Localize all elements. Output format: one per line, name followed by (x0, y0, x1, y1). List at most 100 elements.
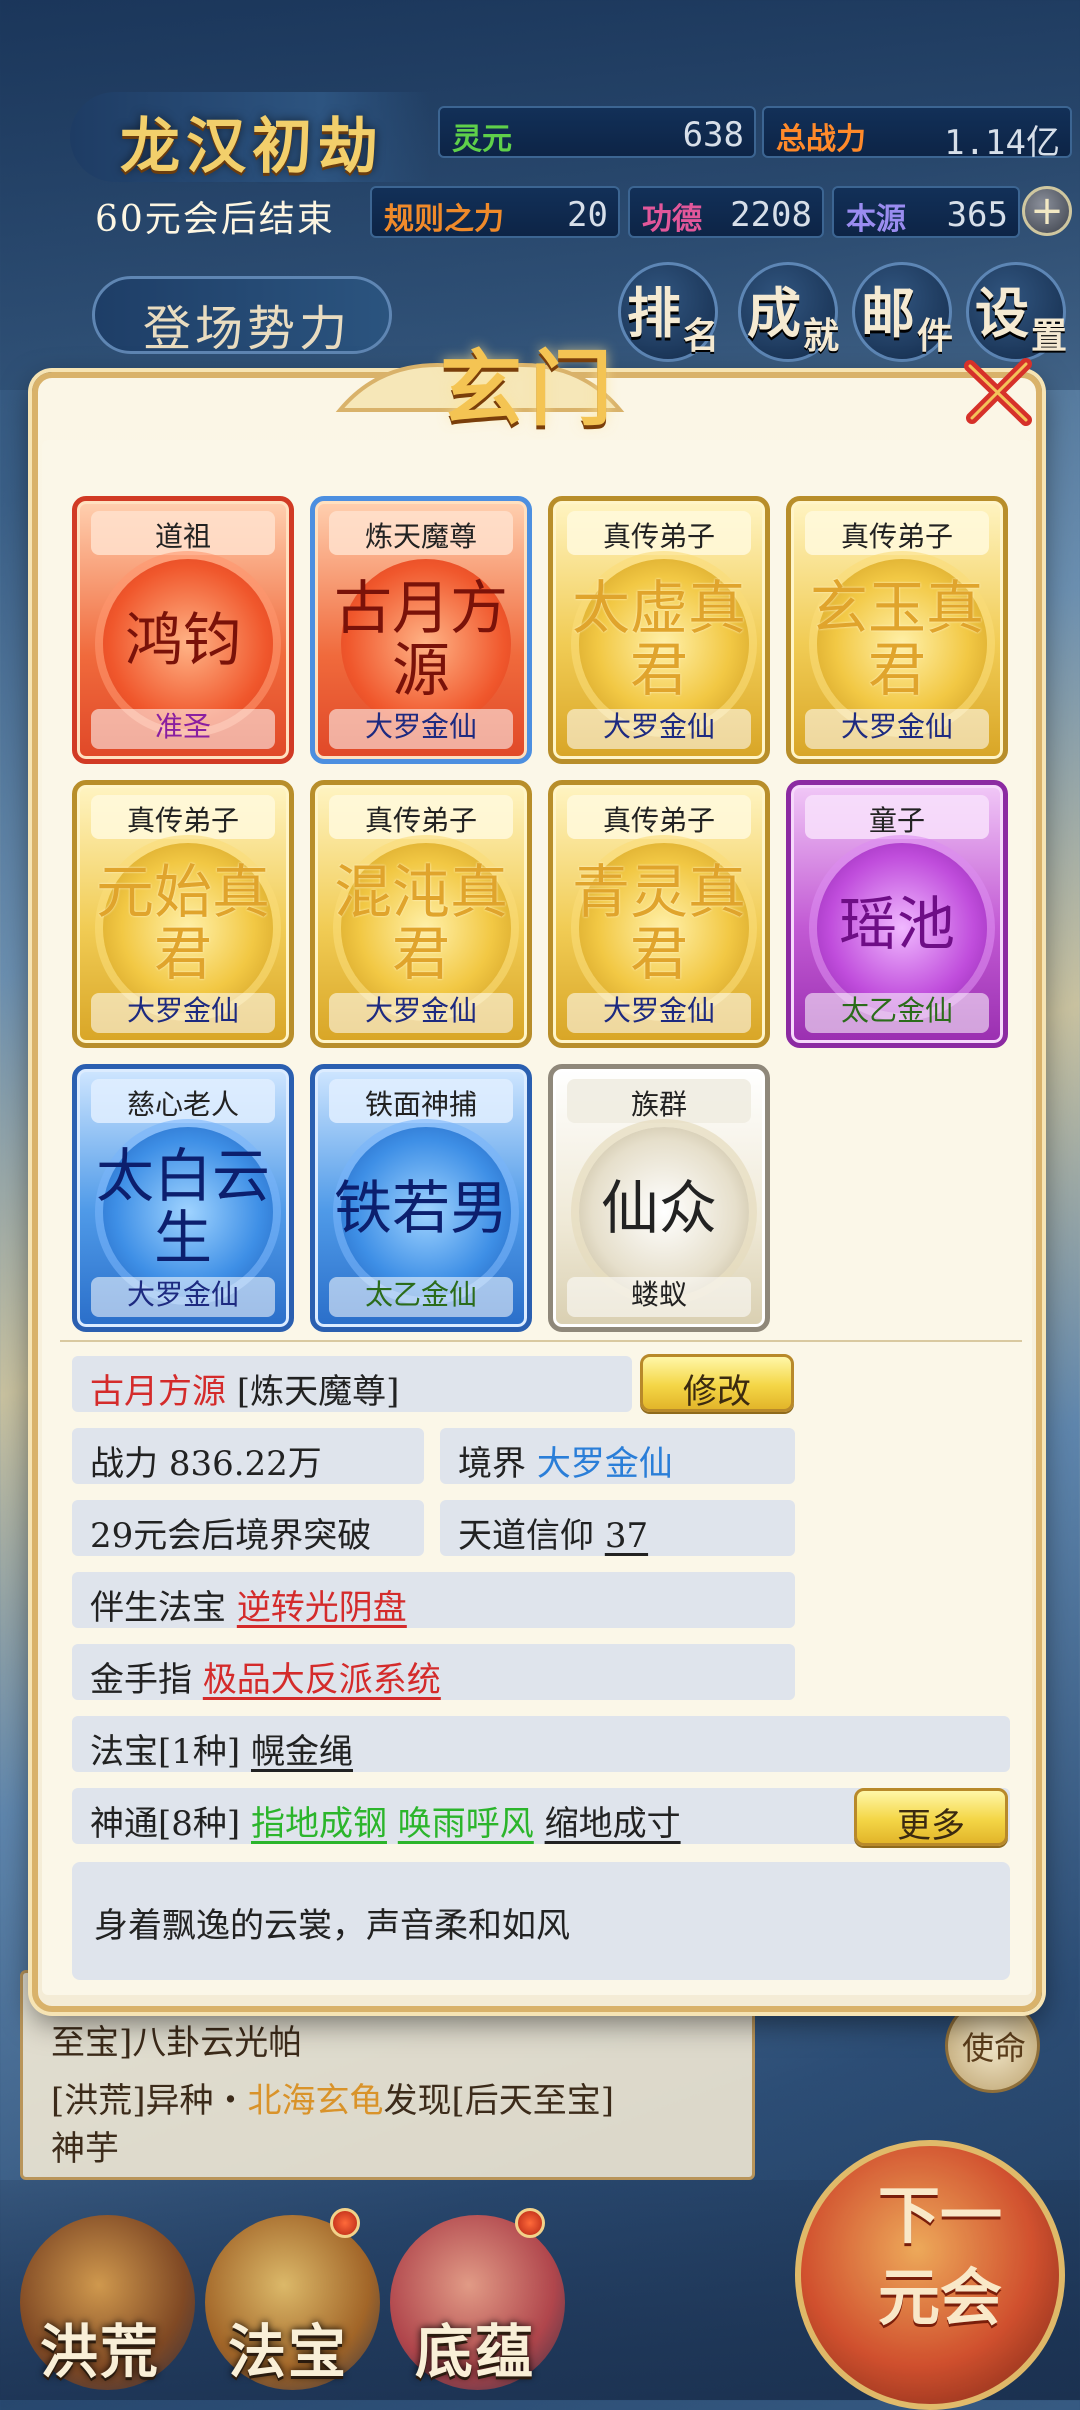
member-card[interactable]: 真传弟子 元始真君 大罗金仙 (72, 780, 294, 1048)
stat-rule-power-label: 规则之力 (384, 202, 504, 237)
card-name: 古月方源 (333, 574, 508, 704)
power-value: 836.22万 (168, 1444, 322, 1484)
log-line-3: 神芋 (51, 2121, 119, 2170)
companion-treasure-text: 伴生法宝 逆转光阴盘 (90, 1580, 407, 1629)
golden-finger-link[interactable]: 极品大反派系统 (203, 1660, 441, 1700)
companion-treasure-row: 伴生法宝 逆转光阴盘 (72, 1572, 795, 1628)
member-card[interactable]: 慈心老人 太白云生 大罗金仙 (72, 1064, 294, 1332)
log-line-2: [洪荒]异种・北海玄龟发现[后天至宝] (51, 2073, 614, 2122)
member-card[interactable]: 真传弟子 太虚真君 大罗金仙 (548, 496, 770, 764)
description-box: 身着飘逸的云裳，声音柔和如风 (72, 1862, 1010, 1980)
golden-finger-row: 金手指 极品大反派系统 (72, 1644, 795, 1700)
faith-label: 天道信仰 (458, 1516, 594, 1556)
card-name: 仙众 (600, 1174, 717, 1242)
golden-finger-label: 金手指 (90, 1660, 192, 1700)
member-card[interactable]: 真传弟子 青灵真君 大罗金仙 (548, 780, 770, 1048)
card-title: 真传弟子 (602, 520, 715, 553)
faith-value[interactable]: 37 (605, 1516, 648, 1556)
stat-total-power-label: 总战力 (776, 122, 866, 157)
card-title: 真传弟子 (126, 804, 239, 837)
close-icon[interactable] (958, 352, 1038, 432)
add-resource-button[interactable]: + (1022, 186, 1072, 236)
power-row: 战力 836.22万 (72, 1428, 424, 1484)
mission-button-label: 使命 (962, 2029, 1027, 2067)
card-name: 玄玉真君 (809, 574, 984, 704)
honghuang-nav-label: 洪荒 (40, 2318, 161, 2386)
power-label: 战力 (90, 1444, 158, 1484)
mail-button[interactable]: 邮 件 (852, 262, 953, 362)
log-line-2-pre: [洪荒]异种・ (51, 2081, 248, 2121)
companion-treasure-link[interactable]: 逆转光阴盘 (237, 1588, 407, 1628)
card-title: 真传弟子 (364, 804, 477, 837)
member-card[interactable]: 真传弟子 混沌真君 大罗金仙 (310, 780, 532, 1048)
era-title: 龙汉初劫 (120, 112, 384, 182)
log-line-2-post: 发现[后天至宝] (383, 2081, 615, 2121)
skill-link-2[interactable]: 唤雨呼风 (398, 1804, 534, 1844)
achievement-button-big: 成 (747, 281, 801, 345)
heritage-nav-label: 底蕴 (415, 2318, 536, 2386)
selected-member-name: 古月方源 (90, 1372, 226, 1412)
realm-row: 境界 大罗金仙 (440, 1428, 795, 1484)
member-card[interactable]: 炼天魔尊古月方源大罗金仙 (310, 496, 532, 764)
more-skills-button[interactable]: 更多 (854, 1788, 1008, 1846)
edit-button[interactable]: 修改 (640, 1354, 794, 1412)
faith-text: 天道信仰 37 (458, 1508, 648, 1557)
ranking-button[interactable]: 排 名 (618, 262, 719, 362)
card-title: 道祖 (154, 520, 211, 553)
faith-row: 天道信仰 37 (440, 1500, 795, 1556)
card-name: 太虚真君 (571, 574, 746, 704)
member-card[interactable]: 道祖 鸿钧 准圣 (72, 496, 294, 764)
treasure-text: 法宝[1种] 幌金绳 (90, 1724, 353, 1773)
card-name: 瑶池 (838, 890, 955, 958)
settings-button[interactable]: 设 置 (966, 262, 1067, 362)
faction-button-label: 登场势力 (143, 301, 352, 357)
achievement-button[interactable]: 成 就 (738, 262, 839, 362)
realm-value: 大罗金仙 (536, 1444, 673, 1484)
edit-button-label: 修改 (683, 1372, 751, 1412)
treasure-link[interactable]: 幌金绳 (251, 1732, 353, 1772)
card-title: 真传弟子 (840, 520, 953, 553)
selected-member-row: 古月方源 [炼天魔尊] (72, 1356, 632, 1412)
member-card[interactable]: 铁面神捕 铁若男 太乙金仙 (310, 1064, 532, 1332)
card-rank: 蝼蚁 (630, 1278, 687, 1311)
breakthrough-text: 29元会后境界突破 (90, 1516, 372, 1556)
card-name: 元始真君 (95, 858, 270, 988)
member-card[interactable]: 真传弟子 玄玉真君 大罗金仙 (786, 496, 1008, 764)
mission-button[interactable]: 使命 (945, 1998, 1040, 2093)
member-card[interactable]: 童子 瑶池 太乙金仙 (786, 780, 1008, 1048)
card-rank: 太乙金仙 (364, 1278, 477, 1311)
companion-treasure-label: 伴生法宝 (90, 1588, 226, 1628)
selected-member-title: [炼天魔尊] (236, 1372, 400, 1412)
more-skills-button-label: 更多 (897, 1806, 965, 1846)
settings-button-big: 设 (975, 281, 1029, 345)
log-line-1-text: 至宝]八卦云光帕 (51, 2023, 303, 2063)
card-name: 太白云生 (95, 1142, 270, 1272)
next-era-label: 下一元会 (877, 2179, 1002, 2334)
stat-origin: 本源 365 (832, 186, 1020, 238)
stat-origin-value: 365 (946, 195, 1008, 235)
dialog-title: 玄门 (440, 341, 621, 437)
golden-finger-text: 金手指 极品大反派系统 (90, 1652, 441, 1701)
log-line-3-text: 神芋 (51, 2129, 119, 2169)
stat-merit: 功德 2208 (628, 186, 824, 238)
realm-text: 境界 大罗金仙 (458, 1436, 673, 1485)
card-name: 混沌真君 (333, 858, 508, 988)
card-title: 慈心老人 (126, 1088, 239, 1121)
member-card[interactable]: 族群 仙众 蝼蚁 (548, 1064, 770, 1332)
ranking-button-big: 排 (627, 281, 681, 345)
stat-origin-label: 本源 (846, 202, 906, 237)
skill-link-1[interactable]: 指地成钢 (251, 1804, 387, 1844)
card-rank: 大罗金仙 (364, 710, 477, 743)
card-title: 族群 (630, 1088, 687, 1121)
treasure-notification-dot (330, 2208, 360, 2238)
selected-member-text: 古月方源 [炼天魔尊] (90, 1364, 399, 1413)
stat-merit-value: 2208 (730, 195, 812, 235)
card-title: 炼天魔尊 (364, 520, 477, 553)
card-name: 鸿钧 (124, 606, 241, 674)
card-rank: 大罗金仙 (602, 994, 715, 1027)
mail-button-big: 邮 (861, 281, 915, 345)
skill-link-3[interactable]: 缩地成寸 (545, 1804, 681, 1844)
card-title: 童子 (868, 804, 925, 837)
card-rank: 太乙金仙 (840, 994, 953, 1027)
ranking-button-small: 名 (682, 315, 719, 357)
